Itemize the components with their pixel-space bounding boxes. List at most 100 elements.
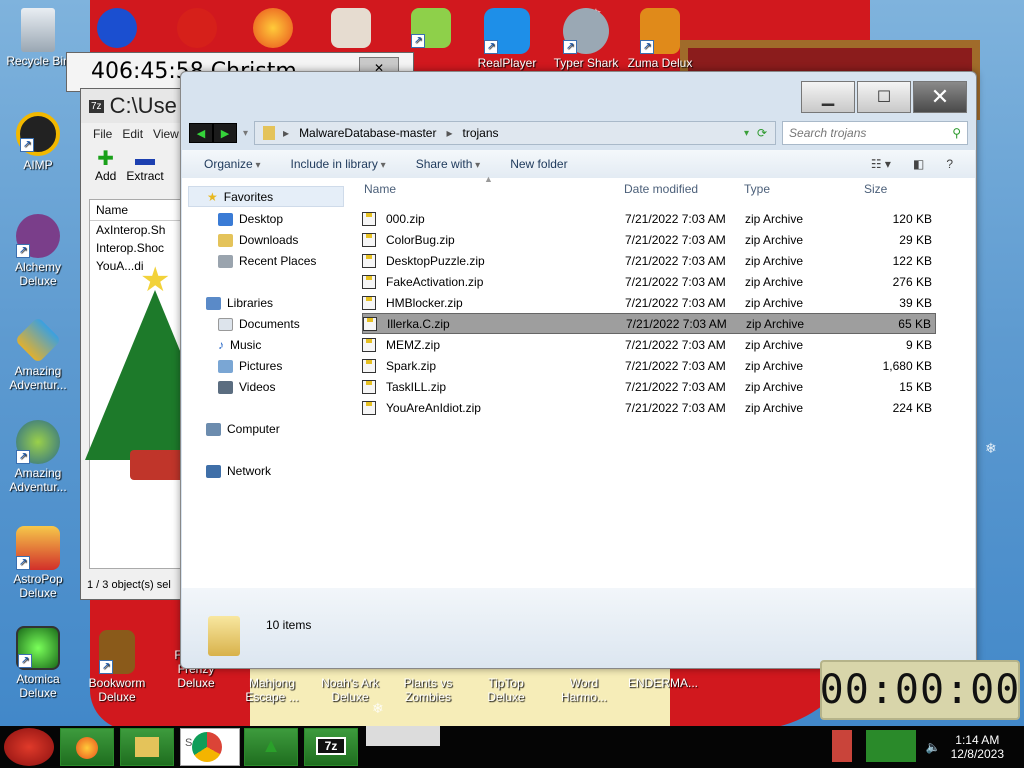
name-column-header[interactable]: Name: [90, 200, 182, 221]
explorer-window[interactable]: ▁ ☐ ✕ ◀ ▶ ▾ ▸ MalwareDatabase-master ▸ t…: [180, 71, 977, 669]
list-item[interactable]: Interop.Shoc: [90, 239, 182, 257]
file-row[interactable]: YouAreAnIdiot.zip 7/21/2022 7:03 AM zip Ar…: [362, 397, 936, 418]
column-header-name[interactable]: Name: [364, 182, 396, 202]
astropop-icon: ↗: [16, 526, 60, 570]
nav-label: Pictures: [239, 359, 283, 373]
taskbar-explorer[interactable]: [120, 728, 174, 766]
desktop-icon-aimp[interactable]: ↗ AIMP: [2, 112, 74, 172]
column-header-date[interactable]: Date modified: [624, 182, 698, 202]
taskbar-christmas-tree[interactable]: ▲: [244, 728, 298, 766]
address-bar[interactable]: ▸ MalwareDatabase-master ▸ trojans ▾ ⟳: [254, 121, 777, 145]
file-date: 7/21/2022 7:03 AM: [625, 295, 726, 310]
desktop-icon-label: Noah's Ark Deluxe: [321, 676, 379, 704]
volume-icon[interactable]: 🔈: [926, 740, 941, 754]
desktop-icon-tiptop[interactable]: TipTop Deluxe: [470, 676, 542, 704]
maximize-button[interactable]: ☐: [857, 81, 911, 113]
recent-pages-chevron-icon[interactable]: ▾: [243, 128, 248, 139]
navigation-pane: ★ Favorites Desktop Downloads Recent Pla…: [182, 178, 344, 588]
nav-documents[interactable]: Documents: [218, 317, 300, 331]
file-date: 7/21/2022 7:03 AM: [625, 232, 726, 247]
file-name: MEMZ.zip: [386, 337, 440, 352]
add-button[interactable]: ✚ Add: [95, 149, 116, 185]
nav-recent-places[interactable]: Recent Places: [218, 254, 316, 268]
desktop-icon-bookworm[interactable]: ↗ Bookworm Deluxe: [81, 630, 153, 704]
file-type: zip Archive: [745, 232, 804, 247]
file-list: Name ▲ Date modified Type Size 000.zip 7/…: [352, 174, 975, 588]
desktop-icon-red-creature[interactable]: [172, 8, 222, 50]
desktop-icon-noahs-ark[interactable]: Noah's Ark Deluxe: [314, 676, 386, 704]
column-header-size[interactable]: Size: [864, 182, 887, 202]
zip-archive-icon: [362, 253, 376, 268]
address-dropdown-icon[interactable]: ▾: [744, 128, 749, 139]
clock[interactable]: 1:14 AM 12/8/2023: [951, 733, 1004, 761]
menu-edit[interactable]: Edit: [122, 127, 143, 141]
help-icon[interactable]: ?: [946, 157, 953, 171]
desktop-icon-word-harmony[interactable]: Word Harmo...: [548, 676, 620, 704]
list-item[interactable]: AxInterop.Sh: [90, 221, 182, 239]
nav-computer[interactable]: Computer: [206, 422, 280, 436]
minimize-button[interactable]: ▁: [801, 81, 855, 113]
desktop-icon-atomica[interactable]: ↗ Atomica Deluxe: [2, 626, 74, 700]
desktop-icon-realplayer[interactable]: ↗ RealPlayer: [470, 8, 544, 70]
nav-libraries[interactable]: Libraries: [206, 296, 273, 310]
file-row[interactable]: TaskILL.zip 7/21/2022 7:03 AM zip Archive 1…: [362, 376, 936, 397]
nav-videos[interactable]: Videos: [218, 380, 275, 394]
nav-network[interactable]: Network: [206, 464, 271, 478]
desktop-icon-amazing-adventures-2[interactable]: ↗ Amazing Adventur...: [2, 420, 74, 494]
view-options-icon[interactable]: ☷ ▾: [871, 157, 891, 171]
file-row[interactable]: HMBlocker.zip 7/21/2022 7:03 AM zip Archiv…: [362, 292, 936, 313]
refresh-icon[interactable]: ⟳: [757, 126, 767, 140]
menu-file[interactable]: File: [93, 127, 112, 141]
file-size: 39 KB: [899, 295, 932, 310]
sevenzip-icon: 7z: [316, 737, 346, 755]
nav-label: Music: [230, 338, 262, 352]
close-button[interactable]: ✕: [913, 81, 967, 113]
desktop-icon-notepadpp[interactable]: ↗: [396, 8, 466, 50]
search-input[interactable]: Search trojans ⚲: [782, 121, 968, 145]
file-row[interactable]: Spark.zip 7/21/2022 7:03 AM zip Archive 1,6…: [362, 355, 936, 376]
file-row[interactable]: DesktopPuzzle.zip 7/21/2022 7:03 AM zip Ar…: [362, 250, 936, 271]
stopwatch-widget[interactable]: 00:00:00: [820, 660, 1020, 720]
breadcrumb-item[interactable]: MalwareDatabase-master: [299, 126, 436, 140]
extract-button[interactable]: ▬ Extract: [126, 149, 163, 185]
nav-music[interactable]: ♪ Music: [218, 338, 261, 352]
include-in-library-button[interactable]: Include in library: [291, 157, 386, 171]
breadcrumb-item[interactable]: trojans: [462, 126, 498, 140]
desktop-icon-recycle-bin[interactable]: Recycle Bin: [2, 8, 74, 68]
nav-desktop[interactable]: Desktop: [218, 212, 283, 226]
start-santa-icon[interactable]: [4, 728, 54, 766]
desktop-icon-alchemy[interactable]: ↗ Alchemy Deluxe: [2, 214, 74, 288]
chrome-icon[interactable]: [192, 732, 222, 762]
file-row[interactable]: FakeActivation.zip 7/21/2022 7:03 AM zip A…: [362, 271, 936, 292]
nav-favorites[interactable]: ★ Favorites: [188, 186, 344, 207]
desktop-icon-enderman[interactable]: ENDERMA...: [626, 676, 700, 690]
share-with-button[interactable]: Share with: [416, 157, 481, 171]
desktop-icon-mahjong[interactable]: Mahjong Escape ...: [236, 676, 308, 704]
firefox-icon: [253, 8, 293, 48]
menu-view[interactable]: View: [153, 127, 179, 141]
desktop-icon-game-2[interactable]: [92, 8, 142, 50]
search-icon[interactable]: ⚲: [952, 126, 961, 140]
file-row[interactable]: ColorBug.zip 7/21/2022 7:03 AM zip Archive…: [362, 229, 936, 250]
desktop-icon-amazing-adventures[interactable]: Amazing Adventur...: [2, 316, 74, 392]
nav-downloads[interactable]: Downloads: [218, 233, 298, 247]
file-row[interactable]: MEMZ.zip 7/21/2022 7:03 AM zip Archive 9 KB: [362, 334, 936, 355]
column-header-type[interactable]: Type: [744, 182, 770, 202]
new-folder-button[interactable]: New folder: [510, 157, 567, 171]
taskbar-firefox[interactable]: [60, 728, 114, 766]
taskbar-sevenzip[interactable]: 7z: [304, 728, 358, 766]
desktop-icon-typer-shark[interactable]: ↗ Typer Shark: [548, 8, 624, 70]
back-button[interactable]: ◀: [189, 123, 213, 143]
organize-button[interactable]: Organize: [204, 157, 261, 171]
desktop-icon-plants-vs-zombies[interactable]: Plants vs Zombies: [392, 676, 464, 704]
desktop-icon-shrine[interactable]: [326, 8, 376, 50]
preview-pane-icon[interactable]: ◧: [913, 157, 924, 171]
desktop-icon-firefox[interactable]: [248, 8, 298, 50]
forward-button[interactable]: ▶: [213, 123, 237, 143]
desktop-icon-astropop[interactable]: ↗ AstroPop Deluxe: [2, 526, 74, 600]
file-row[interactable]: 000.zip 7/21/2022 7:03 AM zip Archive 120 K…: [362, 208, 936, 229]
nav-pictures[interactable]: Pictures: [218, 359, 282, 373]
desktop-icon-zuma[interactable]: ↗ Zuma Delux: [624, 8, 696, 70]
add-label: Add: [95, 169, 117, 183]
file-row[interactable]: Illerka.C.zip 7/21/2022 7:03 AM zip Archiv…: [362, 313, 936, 334]
